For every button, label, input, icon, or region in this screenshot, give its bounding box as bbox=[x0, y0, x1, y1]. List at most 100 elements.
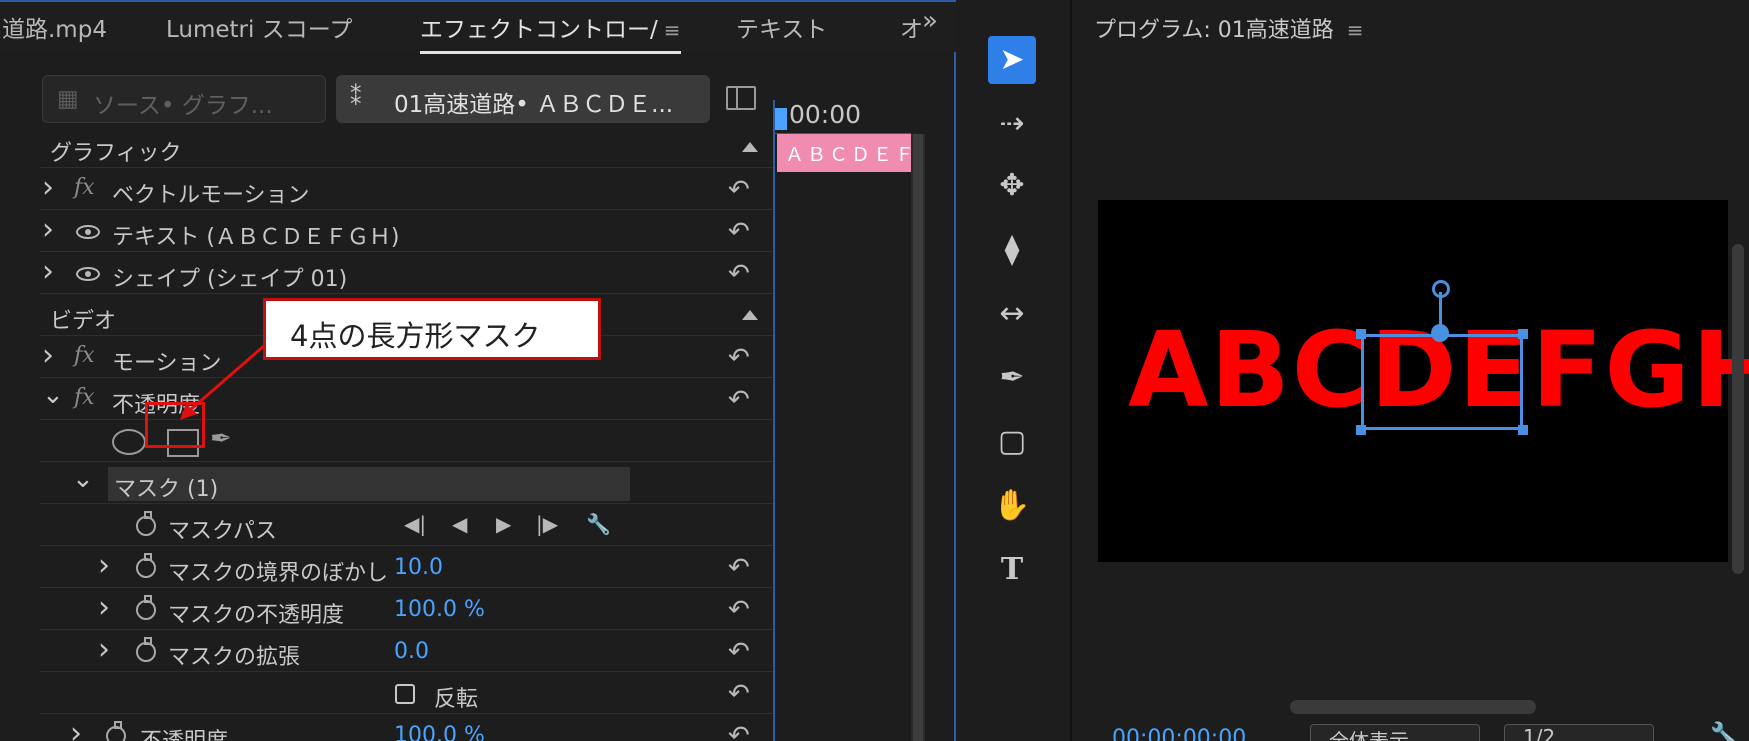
property-label: マスクの拡張 bbox=[168, 645, 301, 670]
fx-icon[interactable]: fx bbox=[74, 343, 95, 368]
eye-icon[interactable] bbox=[76, 267, 100, 281]
track-select-icon[interactable]: ⇢ bbox=[988, 100, 1036, 148]
program-timecode[interactable]: 00:00:00:00 bbox=[1112, 726, 1246, 741]
playback-resolution-select[interactable]: 1/2 bbox=[1504, 724, 1654, 741]
collapse-triangle-icon[interactable] bbox=[742, 310, 758, 320]
slip-icon[interactable]: ↔ bbox=[988, 290, 1036, 338]
effect-row-vector-motion[interactable]: › fx ベクトルモーション ↶ bbox=[40, 170, 773, 210]
section-video-label: ビデオ bbox=[50, 309, 117, 334]
selection-arrow-icon[interactable]: ➤ bbox=[988, 36, 1036, 84]
effect-label: ベクトルモーション bbox=[112, 183, 310, 208]
step-forward-icon[interactable]: ▶ bbox=[496, 512, 511, 536]
source-clip-selector[interactable]: ▦ ソース• グラフ... bbox=[42, 75, 326, 123]
track-backward-icon[interactable]: ◀| bbox=[404, 512, 426, 536]
tab-lumetri-scopes[interactable]: Lumetri スコープ bbox=[166, 10, 352, 44]
reset-icon[interactable]: ↶ bbox=[728, 259, 750, 289]
mask-vertex-handle[interactable] bbox=[1518, 329, 1528, 339]
tab-text[interactable]: テキスト bbox=[736, 10, 827, 44]
mask-vertex-handle[interactable] bbox=[1356, 425, 1366, 435]
ellipse-mask-icon[interactable] bbox=[112, 429, 146, 455]
step-backward-icon[interactable]: ◀ bbox=[452, 512, 467, 536]
pen-mask-icon[interactable]: ✒ bbox=[210, 424, 232, 454]
stopwatch-icon[interactable] bbox=[136, 637, 156, 662]
chevron-right-icon[interactable]: › bbox=[70, 716, 82, 741]
toggle-timeline-view-button[interactable] bbox=[726, 86, 756, 110]
track-forward-icon[interactable]: |▶ bbox=[536, 512, 558, 536]
playhead[interactable] bbox=[775, 108, 787, 130]
mask-rotate-handle[interactable] bbox=[1432, 280, 1450, 298]
reset-icon[interactable]: ↶ bbox=[728, 175, 750, 205]
stopwatch-icon[interactable] bbox=[136, 511, 156, 536]
effect-controls-timeline[interactable]: 00:00 ＡＢＣＤＥＦ bbox=[773, 100, 925, 741]
tab-overflow-partial[interactable]: オ bbox=[900, 10, 923, 44]
reset-icon[interactable]: ↶ bbox=[728, 553, 750, 583]
mask-anchor-handle[interactable] bbox=[1431, 324, 1449, 342]
chevron-down-icon[interactable]: ⌄ bbox=[42, 380, 64, 410]
chevron-right-icon[interactable]: › bbox=[42, 338, 54, 373]
reset-icon[interactable]: ↶ bbox=[728, 595, 750, 625]
property-row-mask-feather: › マスクの境界のぼかし 10.0 ↶ bbox=[40, 548, 773, 588]
chevron-right-icon[interactable]: › bbox=[42, 212, 54, 247]
hand-icon[interactable]: ✋ bbox=[988, 482, 1036, 530]
zoom-level-value: 全体表示 bbox=[1329, 729, 1409, 741]
stopwatch-icon[interactable] bbox=[136, 595, 156, 620]
monitor-vertical-scrollbar[interactable] bbox=[1732, 244, 1744, 574]
type-icon[interactable]: T bbox=[988, 546, 1036, 594]
chevron-right-icon[interactable]: › bbox=[98, 548, 110, 583]
tabs-overflow-icon[interactable]: » bbox=[922, 6, 938, 36]
pen-icon[interactable]: ✒ bbox=[988, 354, 1036, 402]
invert-checkbox[interactable] bbox=[395, 684, 415, 704]
reset-icon[interactable]: ↶ bbox=[728, 637, 750, 667]
timeline-clip-bar[interactable]: ＡＢＣＤＥＦ bbox=[777, 134, 911, 172]
reset-icon[interactable]: ↶ bbox=[728, 343, 750, 373]
timeline-ruler-timecode: 00:00 bbox=[789, 100, 862, 129]
effect-row-shape-layer[interactable]: › シェイプ (シェイプ 01) ↶ bbox=[40, 254, 773, 294]
collapse-triangle-icon[interactable] bbox=[742, 142, 758, 152]
timeline-scrollbar[interactable] bbox=[911, 134, 925, 741]
resolution-value: 1/2 bbox=[1523, 725, 1556, 741]
clip-selector-label: 01高速道路• ＡＢＣＤＥ... bbox=[394, 92, 674, 118]
property-value[interactable]: 10.0 bbox=[394, 555, 443, 580]
mask-label: マスク (1) bbox=[114, 477, 219, 502]
reset-icon[interactable]: ↶ bbox=[728, 385, 750, 415]
property-row-mask-path: マスクパス ◀| ◀ ▶ |▶ 🔧 bbox=[40, 506, 773, 546]
chevron-down-icon[interactable]: ⌄ bbox=[72, 464, 94, 494]
ripple-edit-icon[interactable]: ✥ bbox=[988, 162, 1036, 210]
mask-row[interactable]: ⌄ マスク (1) bbox=[40, 464, 773, 504]
rectangle-icon[interactable]: ▢ bbox=[988, 418, 1036, 466]
fx-icon[interactable]: fx bbox=[74, 175, 95, 200]
fx-icon[interactable]: fx bbox=[74, 385, 95, 410]
property-value[interactable]: 100.0 % bbox=[394, 723, 485, 741]
scrollbar-thumb[interactable] bbox=[913, 134, 923, 741]
reset-icon[interactable]: ↶ bbox=[728, 679, 750, 709]
chevron-right-icon[interactable]: › bbox=[42, 254, 54, 289]
mask-rectangle[interactable] bbox=[1361, 334, 1523, 430]
effect-row-text-layer[interactable]: › テキスト (ＡＢＣＤＥＦＧＨ) ↶ bbox=[40, 212, 773, 252]
panel-tab-bar: 道路.mp4 Lumetri スコープ エフェクトコントロー/≡ テキスト オ … bbox=[0, 0, 956, 54]
panel-menu-icon[interactable]: ≡ bbox=[1347, 18, 1364, 42]
video-preview[interactable]: ABCDEFGH bbox=[1098, 200, 1749, 562]
wrench-icon[interactable]: 🔧 bbox=[1710, 722, 1737, 741]
section-graphics[interactable]: グラフィック bbox=[40, 128, 773, 168]
property-value[interactable]: 100.0 % bbox=[394, 597, 485, 622]
mask-vertex-handle[interactable] bbox=[1518, 425, 1528, 435]
wrench-icon[interactable]: 🔧 bbox=[586, 512, 611, 536]
sequence-clip-selector[interactable]: ⁑ 01高速道路• ＡＢＣＤＥ... bbox=[336, 75, 710, 123]
reset-icon[interactable]: ↶ bbox=[728, 721, 750, 741]
panel-menu-icon[interactable]: ≡ bbox=[664, 18, 681, 42]
stopwatch-icon[interactable] bbox=[106, 721, 126, 741]
chevron-right-icon[interactable]: › bbox=[98, 590, 110, 625]
monitor-horizontal-scrollbar[interactable] bbox=[1290, 700, 1536, 714]
reset-icon[interactable]: ↶ bbox=[728, 217, 750, 247]
chevron-right-icon[interactable]: › bbox=[42, 170, 54, 205]
tab-source-clip[interactable]: 道路.mp4 bbox=[2, 10, 107, 44]
tab-effect-controls[interactable]: エフェクトコントロー/≡ bbox=[420, 10, 681, 54]
mask-vertex-handle[interactable] bbox=[1356, 329, 1366, 339]
chevron-right-icon[interactable]: › bbox=[98, 632, 110, 667]
eye-icon[interactable] bbox=[76, 225, 100, 239]
zoom-level-select[interactable]: 全体表示 bbox=[1310, 724, 1480, 741]
property-value[interactable]: 0.0 bbox=[394, 639, 429, 664]
effect-label: テキスト (ＡＢＣＤＥＦＧＨ) bbox=[112, 225, 400, 250]
stopwatch-icon[interactable] bbox=[136, 553, 156, 578]
razor-icon[interactable]: ⧫ bbox=[988, 226, 1036, 274]
